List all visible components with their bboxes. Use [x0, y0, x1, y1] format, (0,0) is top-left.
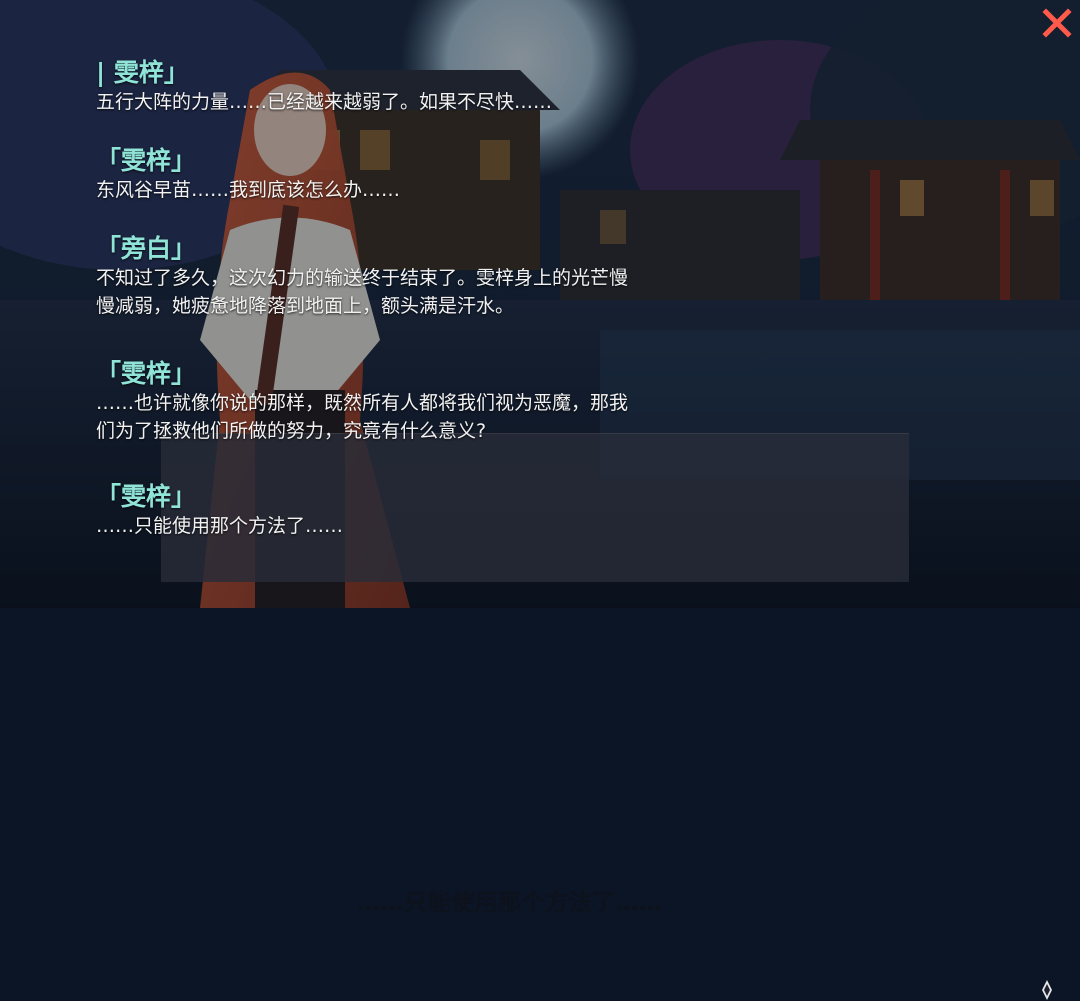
dialogue-box-text: ……只能使用那个方法了…… [357, 890, 663, 916]
close-x-icon[interactable] [1040, 6, 1074, 40]
speaker-name: | 雯梓」 [96, 58, 189, 87]
log-entry: 「雯梓」 ……只能使用那个方法了…… [96, 482, 343, 540]
dialogue-line: 慢减弱，她疲惫地降落到地面上，额头满是汗水。 [96, 295, 515, 317]
dialogue-line: ……也许就像你说的那样，既然所有人都将我们视为恶魔，那我 [96, 392, 629, 414]
dialogue-line: 不知过了多久，这次幻力的输送终于结束了。雯梓身上的光芒慢 [96, 267, 629, 289]
log-entry: 「雯梓」 东风谷早苗……我到底该怎么办…… [96, 146, 400, 204]
speaker-name: 「雯梓」 [96, 482, 197, 511]
dialogue-line: 们为了拯救他们所做的努力，究竟有什么意义? [96, 420, 487, 442]
log-entry: 「旁白」 不知过了多久，这次幻力的输送终于结束了。雯梓身上的光芒慢 慢减弱，她疲… [96, 234, 628, 320]
dialogue-line: 五行大阵的力量……已经越来越弱了。如果不尽快…… [96, 91, 553, 113]
speaker-name: 「雯梓」 [96, 359, 197, 388]
speaker-name: 「雯梓」 [96, 146, 197, 175]
dialogue-line: ……只能使用那个方法了…… [96, 515, 344, 537]
dialogue-line: 东风谷早苗……我到底该怎么办…… [96, 179, 401, 201]
log-entry: 「雯梓」 ……也许就像你说的那样，既然所有人都将我们视为恶魔，那我 们为了拯救他… [96, 359, 628, 445]
diamond-arrow-icon [1042, 980, 1052, 1000]
speaker-name: 「旁白」 [96, 234, 197, 263]
log-entry: | 雯梓」 五行大阵的力量……已经越来越弱了。如果不尽快…… [96, 58, 552, 116]
